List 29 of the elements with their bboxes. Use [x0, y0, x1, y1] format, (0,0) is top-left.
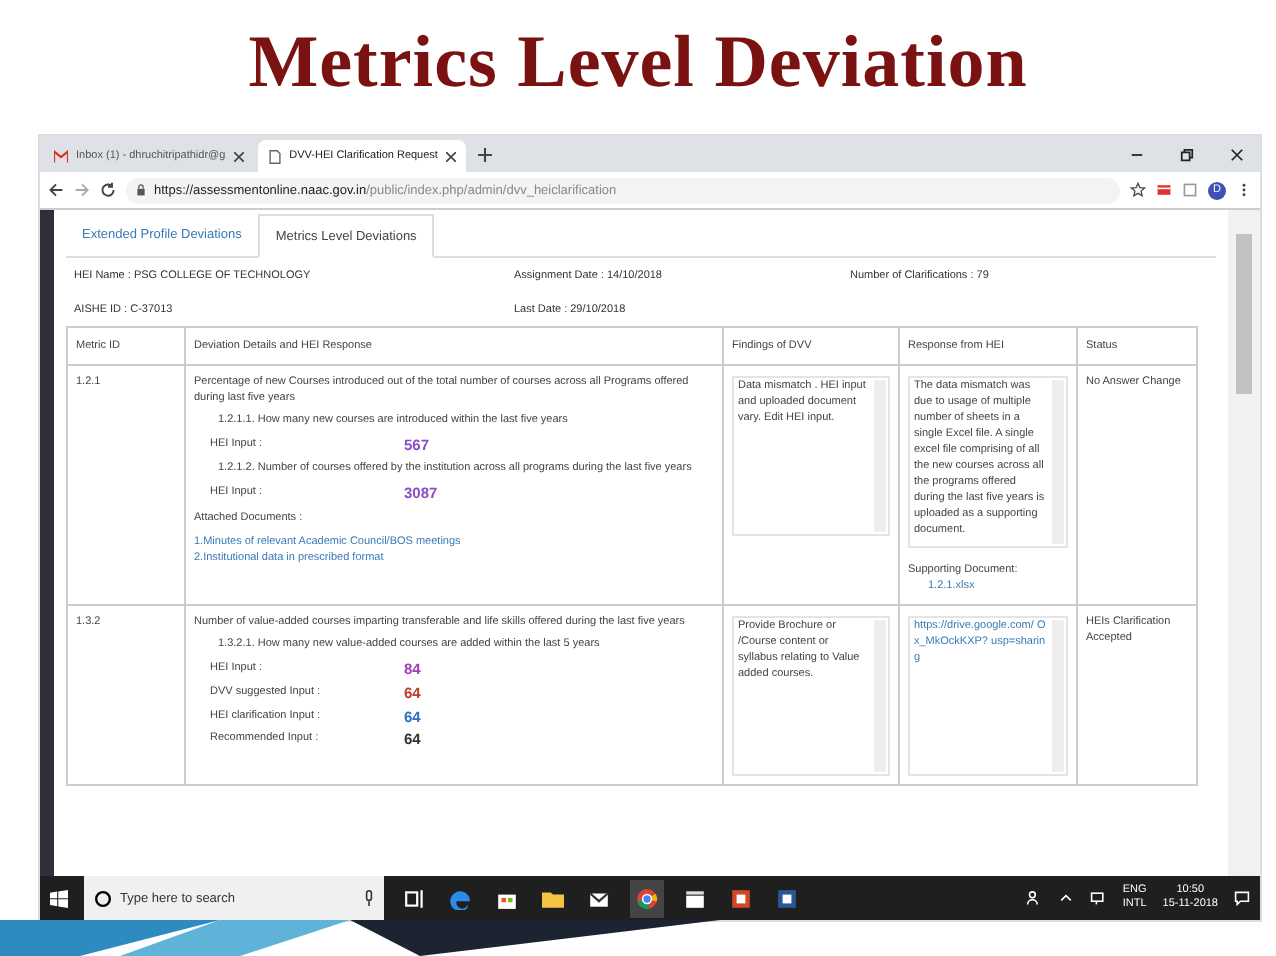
close-icon[interactable] — [445, 151, 456, 161]
close-icon[interactable] — [1230, 147, 1244, 161]
powerpoint-icon[interactable] — [726, 887, 756, 909]
circle-icon — [94, 889, 112, 907]
new-tab-icon[interactable] — [477, 147, 492, 161]
close-icon[interactable] — [233, 151, 244, 161]
page-icon — [267, 149, 282, 163]
reload-icon[interactable] — [100, 182, 116, 198]
clapperboard-icon[interactable] — [680, 887, 710, 909]
chrome-icon[interactable] — [630, 879, 664, 917]
lock-icon — [136, 184, 146, 196]
extension-icon[interactable] — [1156, 182, 1172, 198]
chevron-up-icon[interactable] — [1058, 890, 1075, 906]
word-icon[interactable] — [772, 887, 802, 909]
slide-title: Metrics Level Deviation — [246, 19, 1030, 107]
people-icon[interactable] — [1026, 890, 1043, 906]
star-icon[interactable] — [1130, 182, 1146, 198]
mail-icon[interactable] — [584, 887, 614, 909]
back-icon[interactable] — [48, 182, 64, 198]
mail-icon — [54, 149, 68, 163]
restore-icon[interactable] — [1180, 147, 1194, 161]
folder-icon[interactable] — [538, 887, 568, 909]
microphone-icon[interactable] — [364, 890, 374, 906]
windows-icon[interactable] — [50, 889, 68, 907]
notification-icon[interactable] — [1234, 890, 1250, 906]
scrollbar[interactable] — [1228, 210, 1260, 876]
edge-icon[interactable] — [446, 887, 476, 909]
network-icon[interactable] — [1090, 890, 1107, 906]
extension-icon[interactable] — [1182, 182, 1198, 198]
